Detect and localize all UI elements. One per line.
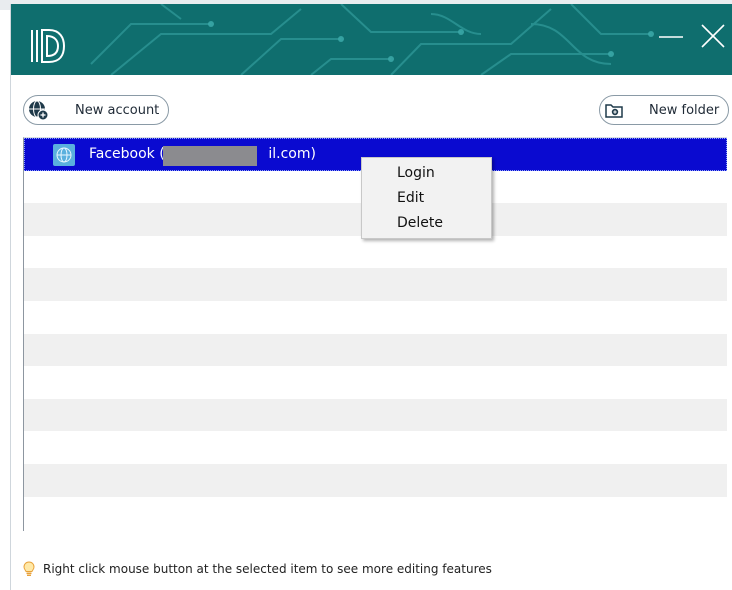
globe-plus-icon	[27, 99, 49, 121]
context-menu: Login Edit Delete	[361, 157, 492, 239]
hint-text: Right click mouse button at the selected…	[43, 562, 492, 576]
new-folder-button[interactable]: New folder	[599, 95, 729, 125]
list-row	[24, 463, 727, 497]
list-row	[24, 497, 727, 530]
list-row	[24, 431, 727, 464]
list-row	[24, 366, 727, 399]
context-menu-login[interactable]: Login	[397, 165, 435, 181]
context-menu-edit[interactable]: Edit	[397, 190, 424, 206]
list-row	[24, 236, 727, 269]
context-menu-delete[interactable]: Delete	[397, 215, 443, 231]
circuit-pattern	[90, 4, 654, 75]
close-icon	[701, 24, 725, 48]
minimize-button[interactable]	[657, 22, 685, 50]
app-logo	[31, 29, 66, 63]
list-row	[24, 398, 727, 432]
title-bar	[11, 4, 732, 75]
new-folder-label: New folder	[649, 102, 720, 118]
close-button[interactable]	[699, 22, 727, 50]
list-row	[24, 333, 727, 367]
new-account-button[interactable]: New account	[23, 95, 169, 125]
folder-plus-icon	[603, 99, 625, 121]
globe-icon	[53, 144, 75, 166]
redacted-email	[163, 146, 257, 166]
hint-bar: Right click mouse button at the selected…	[23, 561, 492, 577]
new-account-label: New account	[75, 102, 160, 118]
lightbulb-icon	[23, 561, 35, 576]
list-row	[24, 301, 727, 334]
app-window: New account New folder Facebook (r il.co…	[10, 4, 732, 590]
minimize-icon	[659, 36, 683, 38]
list-row	[24, 268, 727, 301]
